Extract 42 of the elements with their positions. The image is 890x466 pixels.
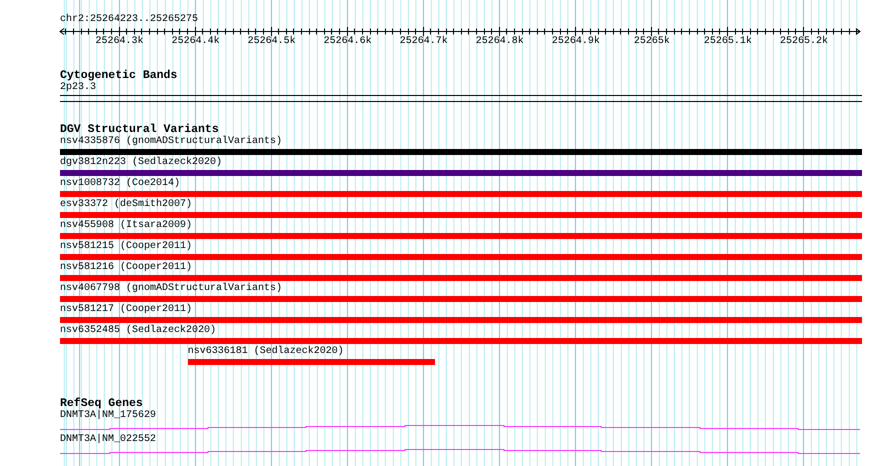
band-label: 2p23.3 (60, 82, 96, 93)
tick-label: 25265k (634, 36, 670, 48)
track-title: RefSeq Genes (60, 398, 143, 410)
location-label: chr2:25264223..25265275 (60, 14, 198, 26)
track-title: Cytogenetic Bands (60, 70, 178, 82)
variant-label: nsv581216 (Cooper2011) (60, 262, 192, 274)
tick-label: 25264.5k (248, 36, 296, 48)
variant-bar[interactable] (60, 191, 862, 197)
variant-label: nsv4335876 (gnomADStructuralVariants) (60, 136, 282, 148)
tick-label: 25264.8k (476, 36, 524, 48)
gene-model-line[interactable] (60, 449, 860, 454)
variant-bar[interactable] (188, 359, 435, 365)
tick-label: 25264.6k (324, 36, 372, 48)
gene-label: DNMT3A|NM_175629 (60, 410, 156, 422)
tick-label: 25265.1k (704, 36, 752, 48)
variant-label: nsv581215 (Cooper2011) (60, 241, 192, 253)
variant-bar[interactable] (60, 170, 862, 176)
variant-label: esv33372 (deSmith2007) (60, 199, 192, 211)
gene-label: DNMT3A|NM_022552 (60, 434, 156, 446)
tick-label: 25264.4k (172, 36, 220, 48)
gene-model-line[interactable] (60, 425, 860, 430)
variant-label: nsv4067798 (gnomADStructuralVariants) (60, 283, 282, 295)
variant-bar[interactable] (60, 275, 862, 281)
variant-bar[interactable] (60, 338, 862, 344)
chromosome-band-bar[interactable] (60, 95, 862, 102)
variant-bar[interactable] (60, 317, 862, 323)
variant-bar[interactable] (60, 212, 862, 218)
variant-label: nsv6352485 (Sedlazeck2020) (60, 325, 216, 337)
tick-label: 25265.2k (780, 36, 828, 48)
track-title: DGV Structural Variants (60, 124, 219, 136)
tick-label: 25264.9k (552, 36, 600, 48)
tick-label: 25264.3k (96, 36, 144, 48)
variant-label: nsv581217 (Cooper2011) (60, 304, 192, 316)
variant-label: nsv1008732 (Coe2014) (60, 178, 180, 190)
tick-label: 25264.7k (400, 36, 448, 48)
variant-bar[interactable] (60, 233, 862, 239)
variant-bar[interactable] (60, 149, 862, 155)
variant-bar[interactable] (60, 254, 862, 260)
variant-label: nsv455908 (Itsara2009) (60, 220, 192, 232)
variant-label: nsv6336181 (Sedlazeck2020) (188, 346, 344, 358)
variant-label: dgv3812n223 (Sedlazeck2020) (60, 157, 222, 169)
variant-bar[interactable] (60, 296, 862, 302)
